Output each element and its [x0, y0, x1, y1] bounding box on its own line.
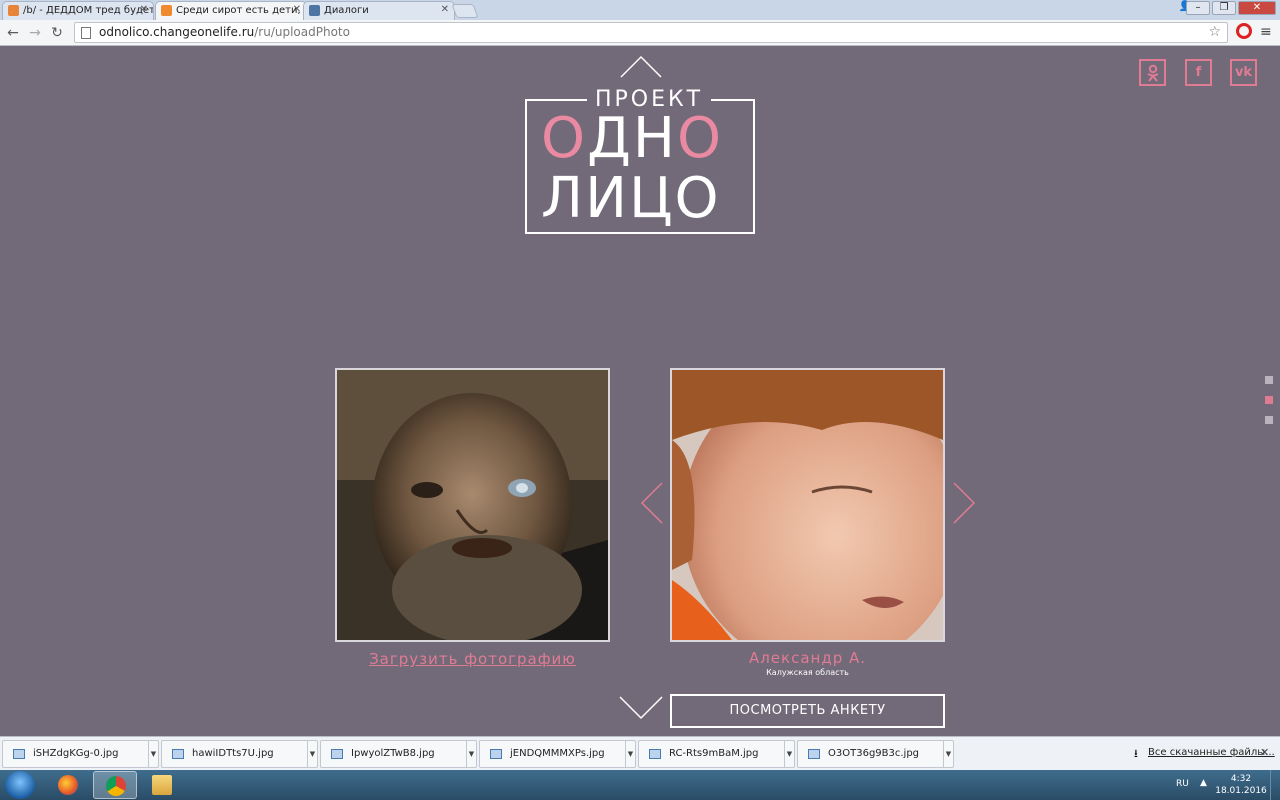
facebook-icon[interactable]: f: [1185, 59, 1212, 86]
clock-time: 4:32: [1230, 774, 1252, 784]
all-downloads-link[interactable]: Все скачанные файлы...: [1148, 747, 1275, 758]
back-icon[interactable]: ←: [3, 23, 23, 43]
uploaded-photo: [335, 368, 610, 642]
slide-dot-1[interactable]: [1265, 376, 1273, 384]
tab-odnolico[interactable]: Среди сирот есть дети, п ✕: [155, 1, 307, 20]
show-desktop-button[interactable]: [1270, 770, 1280, 800]
slide-dot-2[interactable]: [1265, 396, 1273, 404]
chevron-down-icon[interactable]: ▼: [943, 741, 953, 767]
start-button[interactable]: [5, 771, 35, 799]
restore-button[interactable]: ❐: [1212, 1, 1236, 15]
image-file-icon: [490, 749, 502, 759]
slide-dot-3[interactable]: [1265, 416, 1273, 424]
taskbar: RU ▲ 4:32 18.01.2016: [0, 770, 1280, 800]
bookmark-star-icon[interactable]: ☆: [1208, 23, 1221, 42]
firefox-taskbar-button[interactable]: [46, 771, 90, 799]
logo-line2: ЛИЦО: [541, 166, 721, 231]
chevron-down-icon[interactable]: ▼: [625, 741, 635, 767]
chrome-icon: [106, 776, 126, 796]
clock-date: 18.01.2016: [1215, 786, 1267, 796]
page-content: ПРОЕКТ ОДНО ЛИЦО f vk Загрузить фотограф…: [0, 46, 1280, 736]
download-shelf: iSHZdgKGg-0.jpg ▼ hawiIDTts7U.jpg ▼ Ipwyol…: [0, 736, 1280, 770]
tab-title: Среди сирот есть дети, п: [176, 5, 307, 16]
download-item[interactable]: hawiIDTts7U.jpg ▼: [161, 740, 318, 768]
scroll-down-icon[interactable]: [619, 696, 663, 720]
chevron-down-icon[interactable]: ▼: [148, 741, 158, 767]
download-item[interactable]: RC-Rts9mBaM.jpg ▼: [638, 740, 795, 768]
download-item[interactable]: jENDQMMMXPs.jpg ▼: [479, 740, 636, 768]
tab-strip: /b/ - ДЕДДОМ тред будет ✕ Среди сирот ес…: [0, 0, 1280, 20]
vk-icon[interactable]: vk: [1230, 59, 1257, 86]
image-file-icon: [172, 749, 184, 759]
explorer-taskbar-button[interactable]: [140, 771, 184, 799]
upload-photo-link[interactable]: Загрузить фотографию: [335, 650, 610, 668]
next-arrow-icon[interactable]: [952, 482, 976, 524]
chevron-down-icon[interactable]: ▼: [784, 741, 794, 767]
close-window-button[interactable]: ✕: [1238, 1, 1276, 15]
vk-icon: [309, 5, 320, 16]
image-file-icon: [649, 749, 661, 759]
close-icon[interactable]: ✕: [441, 4, 449, 15]
language-indicator[interactable]: RU: [1176, 779, 1189, 789]
address-bar[interactable]: odnolico.changeonelife.ru/ru/uploadPhoto…: [74, 22, 1228, 43]
download-item[interactable]: O3OT36g9B3c.jpg ▼: [797, 740, 954, 768]
close-icon[interactable]: ✕: [1260, 746, 1269, 759]
view-profile-button[interactable]: ПОСМОТРЕТЬ АНКЕТУ: [670, 694, 945, 728]
child-name: Александр А.: [748, 649, 867, 667]
reload-icon[interactable]: ↻: [47, 23, 67, 43]
odnoklassniki-icon[interactable]: [1139, 59, 1166, 86]
logo-line1: ОДНО: [541, 106, 724, 171]
chrome-taskbar-button[interactable]: [93, 771, 137, 799]
firefox-icon: [58, 775, 78, 795]
download-item[interactable]: IpwyolZTwB8.jpg ▼: [320, 740, 477, 768]
page-icon: [81, 27, 91, 39]
download-icon: ⭳: [1134, 747, 1138, 760]
tab-title: Диалоги: [324, 5, 369, 16]
child-photo: [670, 368, 945, 642]
image-file-icon: [808, 749, 820, 759]
tray-expand-icon[interactable]: ▲: [1200, 778, 1207, 788]
tab-dialogs[interactable]: Диалоги ✕: [303, 1, 455, 20]
child-region: Калужская область: [766, 668, 849, 677]
image-file-icon: [13, 749, 25, 759]
flame-icon: [8, 5, 19, 16]
scroll-up-icon[interactable]: [620, 56, 662, 78]
tab-2ch[interactable]: /b/ - ДЕДДОМ тред будет ✕: [2, 1, 154, 20]
forward-icon[interactable]: →: [25, 23, 45, 43]
chevron-down-icon[interactable]: ▼: [307, 741, 317, 767]
chevron-down-icon[interactable]: ▼: [466, 741, 476, 767]
site-icon: [161, 5, 172, 16]
minimize-button[interactable]: –: [1186, 1, 1210, 15]
browser-toolbar: ← → ↻ odnolico.changeonelife.ru/ru/uploa…: [0, 20, 1280, 46]
url-host: odnolico.changeonelife.ru: [99, 25, 255, 39]
folder-icon: [152, 775, 172, 795]
close-icon[interactable]: ✕: [140, 4, 148, 15]
new-tab-button[interactable]: [451, 4, 479, 18]
menu-icon[interactable]: ≡: [1260, 24, 1272, 40]
previous-arrow-icon[interactable]: [640, 482, 664, 524]
opera-icon[interactable]: [1236, 23, 1252, 39]
url-path: /ru/uploadPhoto: [254, 25, 350, 39]
close-icon[interactable]: ✕: [293, 4, 301, 15]
image-file-icon: [331, 749, 343, 759]
window-controls: – ❐ ✕: [1186, 1, 1276, 15]
download-item[interactable]: iSHZdgKGg-0.jpg ▼: [2, 740, 159, 768]
project-logo: ПРОЕКТ ОДНО ЛИЦО: [525, 87, 755, 234]
clock[interactable]: 4:32 18.01.2016: [1214, 773, 1268, 797]
tab-title: /b/ - ДЕДДОМ тред будет: [23, 5, 154, 16]
